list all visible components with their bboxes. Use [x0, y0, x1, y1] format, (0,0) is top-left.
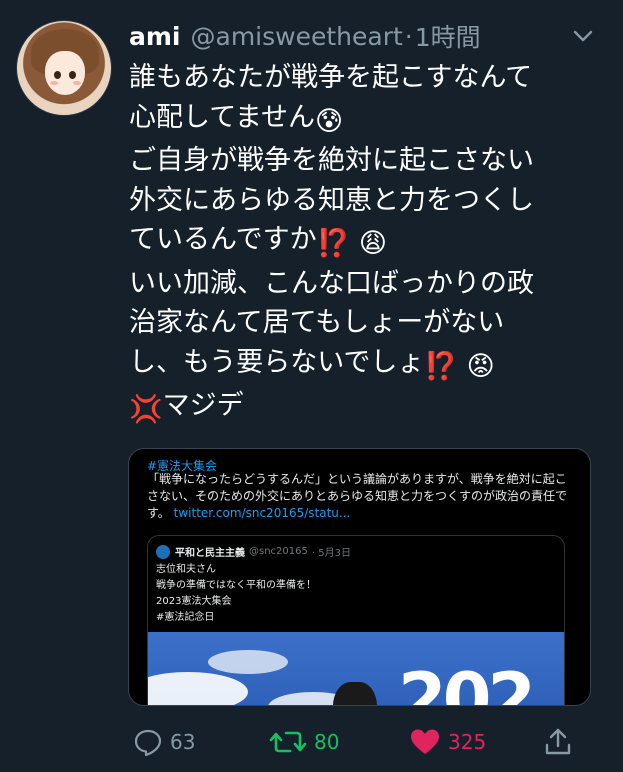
tweet-line-9-text: マジデ [162, 390, 244, 421]
avatar-cheek-right [73, 81, 81, 85]
avatar-eye-left [54, 71, 61, 79]
inner-line-1: 志位和夫さん [156, 564, 216, 575]
tweet-line-3: ご自身が戦争を絶対に起こさない [129, 141, 599, 181]
tweet-actions: 63 80 325 [0, 718, 623, 768]
cold-sweat-emoji: 😰 [315, 105, 344, 137]
avatar-face [45, 51, 85, 95]
tweet-line-2: 心配してません😰 [129, 98, 599, 142]
quote-link[interactable]: twitter.com/snc20165/statu... [174, 506, 351, 520]
angry-emoji: 😡 [466, 350, 495, 382]
inner-handle: @snc20165 [249, 546, 308, 557]
tweet-line-7: 治家なんて居てもしょーがない [129, 303, 599, 343]
tweet-line-7-text: 治家なんて居てもしょーがない [129, 307, 505, 338]
image-swirl-2 [208, 650, 288, 674]
inner-avatar [156, 544, 170, 559]
inner-tweet-text: 志位和夫さん 戦争の準備ではなく平和の準備を！ 2023憲法大集会 #憲法記念日 [156, 562, 316, 626]
timestamp[interactable]: 1時間 [415, 18, 481, 54]
tweet-line-9: 💢マジデ [129, 386, 599, 430]
inner-quoted-tweet[interactable]: 平和と民主主義 @snc20165 · 5月3日 志位和夫さん 戦争の準備ではな… [147, 535, 565, 706]
inner-line-4: #憲法記念日 [156, 612, 215, 623]
retweet-button[interactable]: 80 [268, 726, 339, 758]
retweet-count: 80 [314, 730, 340, 754]
share-icon [545, 728, 571, 755]
like-count: 325 [448, 730, 487, 754]
tweet-line-2-text: 心配してません [129, 101, 316, 133]
separator: · [404, 21, 413, 51]
reply-button[interactable]: 63 [132, 726, 195, 758]
user-handle[interactable]: @amisweetheart [191, 22, 403, 51]
anger-symbol-emoji: 💢 [129, 394, 163, 425]
tweet-line-8: し、もう要らないでしょ⁉️ 😡 [129, 343, 599, 387]
reply-icon [134, 729, 162, 757]
reply-count: 63 [170, 730, 196, 754]
image-swirl-1 [148, 672, 248, 705]
quoted-media-card[interactable]: #憲法大集会 「戦争になったらどうするんだ」という議論がありますが、戦争を絶対に… [128, 448, 591, 706]
chevron-down-icon[interactable] [570, 26, 596, 46]
tweet-text: 誰もあなたが戦争を起こすなんて 心配してません😰 ご自身が戦争を絶対に起こさない… [129, 58, 599, 430]
inner-tweet-header: 平和と民主主義 @snc20165 · 5月3日 [156, 544, 351, 559]
display-name[interactable]: ami [129, 22, 181, 51]
inner-date: · 5月3日 [311, 548, 351, 559]
tweet-line-3-text: ご自身が戦争を絶対に起こさない [129, 145, 534, 176]
retweet-icon [269, 731, 307, 753]
tweet-line-6-text: いい加減、こんな口ばっかりの政 [129, 267, 534, 299]
tweet-line-5-text: ているんですか [129, 224, 317, 255]
tweet-line-8-text: し、もう要らないでしょ [129, 346, 425, 378]
avatar-cheek-left [50, 81, 58, 85]
quote-text: 「戦争になったらどうするんだ」という議論がありますが、戦争を絶対に起こさない、そ… [147, 471, 577, 522]
inner-line-2: 戦争の準備ではなく平和の準備を！ [156, 580, 316, 591]
tweet[interactable]: ami @amisweetheart · 1時間 誰もあなたが戦争を起こすなんて… [0, 0, 623, 772]
share-button[interactable] [542, 726, 574, 758]
tweet-header: ami @amisweetheart · 1時間 [129, 18, 481, 54]
tweet-line-1-text: 誰もあなたが戦争を起こすなんて [129, 62, 533, 93]
tweet-line-4: 外交にあらゆる知恵と力をつくし [129, 181, 599, 221]
image-person [333, 682, 377, 705]
tweet-line-5: ているんですか⁉️ 😩 [129, 220, 599, 264]
avatar-eye-right [69, 71, 76, 79]
inner-display-name: 平和と民主主義 [175, 548, 245, 559]
weary-emoji: 😩 [358, 228, 388, 259]
image-year-text: 202 [398, 658, 536, 706]
tweet-line-4-text: 外交にあらゆる知恵と力をつくし [129, 184, 534, 216]
like-button[interactable]: 325 [408, 726, 486, 758]
inner-line-3: 2023憲法大集会 [156, 596, 232, 607]
interrobang-emoji-2: ⁉️ [424, 350, 459, 382]
avatar[interactable] [16, 20, 112, 116]
inner-tweet-image[interactable]: 202 [148, 632, 564, 706]
heart-icon [411, 729, 439, 754]
interrobang-emoji: ⁉️ [316, 228, 351, 259]
tweet-line-1: 誰もあなたが戦争を起こすなんて [129, 58, 599, 98]
tweet-line-6: いい加減、こんな口ばっかりの政 [129, 264, 599, 304]
